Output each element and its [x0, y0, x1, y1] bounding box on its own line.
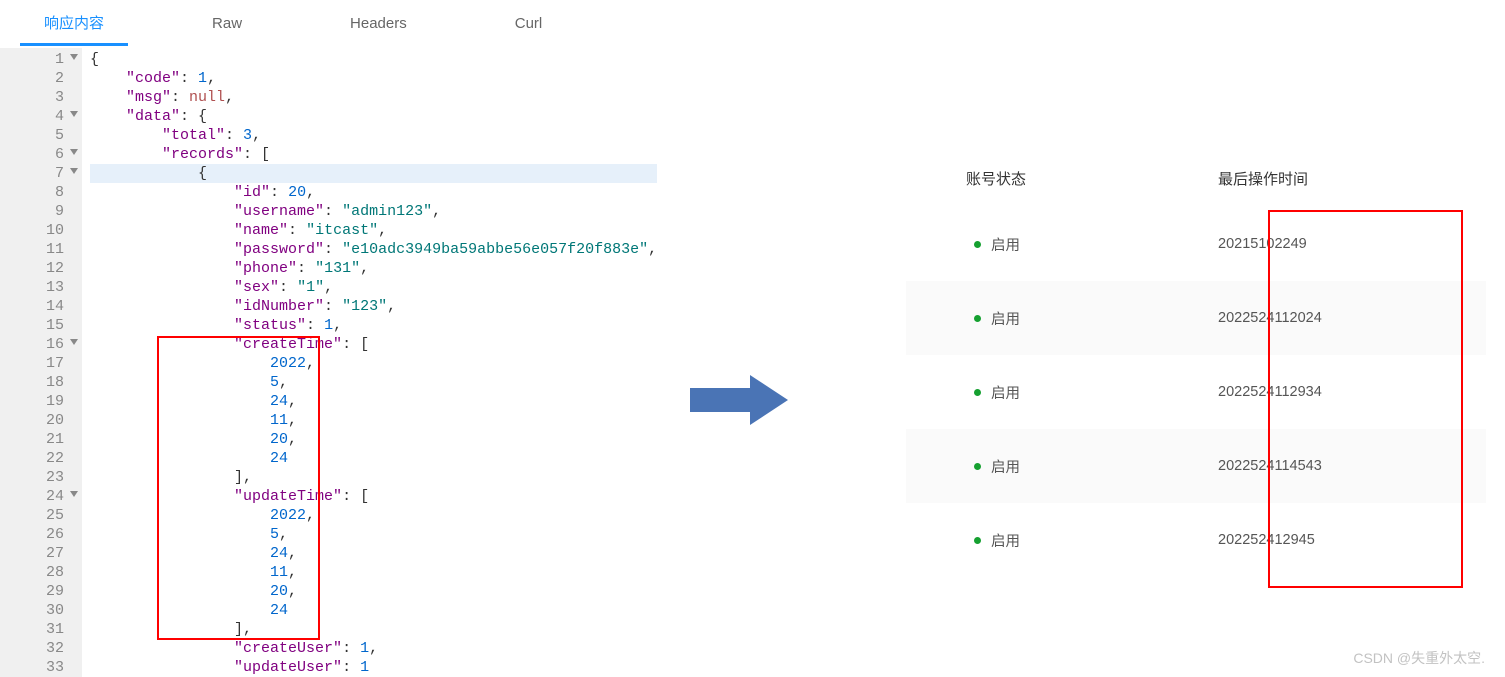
status-label: 启用	[991, 234, 1020, 255]
table-row[interactable]: 启用 20215102249	[906, 207, 1486, 281]
header-time: 最后操作时间	[1206, 168, 1486, 189]
arrow-icon	[690, 370, 790, 430]
tab-headers[interactable]: Headers	[326, 5, 431, 42]
result-table: 账号状态 最后操作时间 启用 20215102249 启用 2022524112024…	[906, 150, 1486, 577]
table-row[interactable]: 启用 202252412945	[906, 503, 1486, 577]
table-row[interactable]: 启用 2022524112934	[906, 355, 1486, 429]
code-body[interactable]: { "code": 1, "msg": null, "data": { "tot…	[82, 48, 657, 677]
status-dot-icon	[974, 537, 981, 544]
table-body: 启用 20215102249 启用 2022524112024 启用 2022524112…	[906, 207, 1486, 577]
time-cell: 2022524112934	[1206, 384, 1486, 400]
status-dot-icon	[974, 315, 981, 322]
tab-response[interactable]: 响应内容	[20, 2, 128, 46]
status-label: 启用	[991, 382, 1020, 403]
time-cell: 20215102249	[1206, 236, 1486, 252]
table-row[interactable]: 启用 2022524112024	[906, 281, 1486, 355]
line-gutter: 1234567891011121314151617181920212223242…	[0, 48, 82, 677]
tab-curl[interactable]: Curl	[491, 5, 567, 42]
time-cell: 202252412945	[1206, 532, 1486, 548]
status-dot-icon	[974, 389, 981, 396]
time-cell: 2022524114543	[1206, 458, 1486, 474]
tab-raw[interactable]: Raw	[188, 5, 266, 42]
watermark: CSDN @失重外太空.	[1353, 648, 1485, 668]
header-status: 账号状态	[906, 168, 1206, 189]
code-viewer[interactable]: 1234567891011121314151617181920212223242…	[0, 48, 660, 677]
table-row[interactable]: 启用 2022524114543	[906, 429, 1486, 503]
time-cell: 2022524112024	[1206, 310, 1486, 326]
status-label: 启用	[991, 456, 1020, 477]
tabs-bar: 响应内容 Raw Headers Curl	[0, 0, 1505, 48]
status-dot-icon	[974, 463, 981, 470]
status-label: 启用	[991, 530, 1020, 551]
status-label: 启用	[991, 308, 1020, 329]
status-dot-icon	[974, 241, 981, 248]
table-header: 账号状态 最后操作时间	[906, 150, 1486, 207]
